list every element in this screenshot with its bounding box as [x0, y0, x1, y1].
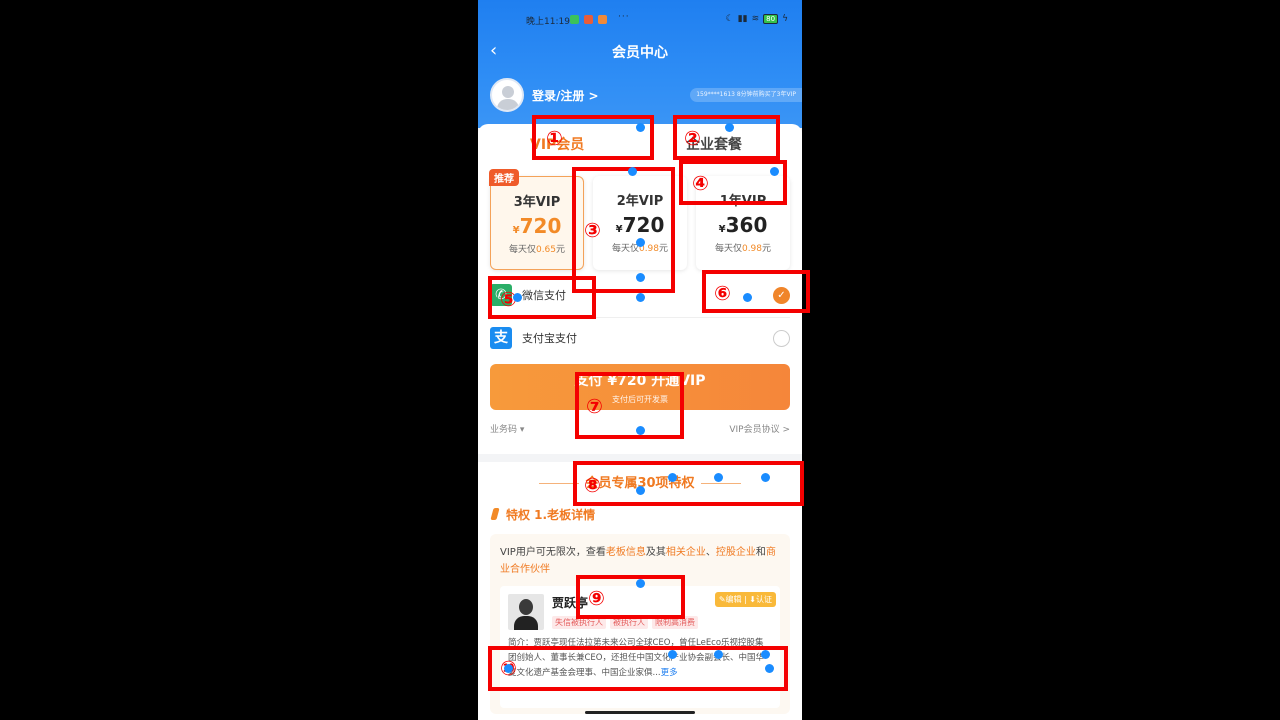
- plan-name: 3年VIP: [513, 195, 561, 210]
- annotation-box-8: [573, 461, 804, 506]
- marker-dot: [628, 167, 637, 176]
- edit-verify-badge[interactable]: ✎编辑 | ⬇认证: [714, 592, 776, 607]
- page-title: 会员中心: [612, 45, 668, 61]
- purchase-ticker: 159****1613 8分钟前购买了3年VIP: [690, 88, 802, 102]
- marker-dot: [636, 123, 645, 132]
- annotation-label-2: ②: [684, 126, 701, 150]
- alipay-icon: 支: [490, 327, 512, 349]
- marker-dot: [770, 167, 779, 176]
- plan-card-3yr[interactable]: 推荐 3年VIP ¥720 每天仅0.65元: [489, 169, 584, 270]
- plan-daily: 每天仅0.65元: [508, 245, 566, 255]
- status-time: 晚上11:19: [526, 17, 570, 27]
- marker-dot: [743, 293, 752, 302]
- marker-dot: [765, 664, 774, 673]
- annotation-box-10: [488, 646, 788, 691]
- annotation-label-6: ⑥: [714, 281, 731, 305]
- marker-dot: [636, 238, 645, 247]
- alipay-radio[interactable]: [773, 330, 790, 347]
- annotation-label-3: ③: [584, 218, 601, 242]
- plan-price: ¥360: [718, 213, 768, 237]
- recommended-badge: 推荐: [489, 169, 519, 186]
- annotation-label-7: ⑦: [586, 394, 603, 418]
- alipay-label: 支付宝支付: [522, 332, 577, 345]
- marker-dot: [513, 293, 522, 302]
- avatar[interactable]: [490, 78, 524, 112]
- marker-dot: [636, 293, 645, 302]
- plan-daily: 每天仅0.98元: [714, 244, 772, 254]
- marker-dot: [636, 426, 645, 435]
- login-register-link[interactable]: 登录/注册 >: [532, 87, 599, 104]
- marker-dot: [504, 664, 513, 673]
- marker-dot: [668, 473, 677, 482]
- home-indicator: [585, 711, 695, 714]
- marker-dot: [714, 473, 723, 482]
- status-right: ☾ ▮▮ ≋ 80 ϟ: [726, 14, 788, 24]
- signal-icon: ▮▮: [737, 14, 748, 24]
- marker-dot: [636, 579, 645, 588]
- more-notifications: ···: [618, 12, 630, 22]
- marker-dot: [714, 650, 723, 659]
- marker-dot: [725, 123, 734, 132]
- nav-bar: ‹ 会员中心: [478, 38, 802, 64]
- privilege-1-description: VIP用户可无限次，查看老板信息及其相关企业、控股企业和商业合作伙伴: [500, 547, 776, 575]
- notification-icon: [584, 15, 593, 24]
- marker-dot: [761, 473, 770, 482]
- charging-icon: ϟ: [782, 14, 788, 24]
- marker-dot: [636, 486, 645, 495]
- user-row: 登录/注册 > 159****1613 8分钟前购买了3年VIP: [490, 78, 802, 114]
- payment-option-alipay[interactable]: 支 支付宝支付: [490, 322, 790, 356]
- privilege-1-title: 特权 1.老板详情: [490, 506, 595, 523]
- wifi-icon: ≋: [751, 14, 760, 24]
- annotation-label-1: ①: [546, 126, 563, 150]
- marker-dot: [636, 273, 645, 282]
- moon-icon: ☾: [725, 14, 734, 24]
- marker-dot: [668, 650, 677, 659]
- marker-dot: [761, 650, 770, 659]
- status-bar: 晚上11:19 ··· ☾ ▮▮ ≋ 80 ϟ: [478, 12, 802, 28]
- annotation-label-8: ⑧: [584, 473, 601, 497]
- vip-agreement-link[interactable]: VIP会员协议 >: [729, 422, 790, 435]
- plan-price: ¥720: [512, 214, 562, 238]
- boss-photo: [508, 594, 544, 630]
- header-background: 晚上11:19 ··· ☾ ▮▮ ≋ 80 ϟ ‹ 会员中心 登录/注册 > 1…: [478, 0, 802, 128]
- battery-icon: 80: [763, 14, 779, 24]
- annotation-label-4: ④: [692, 171, 709, 195]
- business-code-link[interactable]: 业务码 ▾: [490, 425, 524, 435]
- accent-bar-icon: [490, 508, 500, 520]
- notification-icon: [598, 15, 607, 24]
- notification-icon: [570, 15, 579, 24]
- annotation-label-9: ⑨: [588, 586, 605, 610]
